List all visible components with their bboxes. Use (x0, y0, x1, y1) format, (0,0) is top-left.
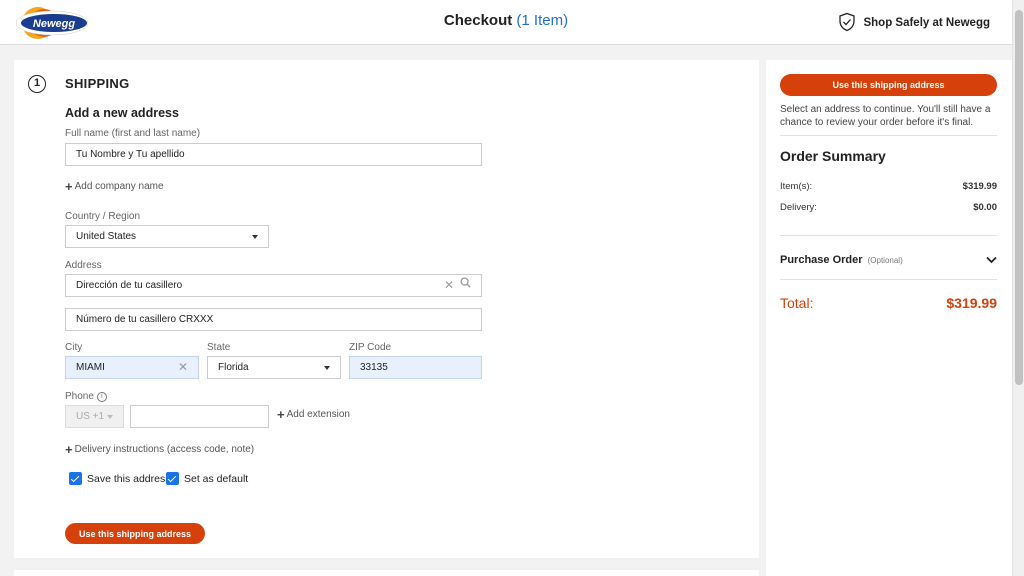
info-icon[interactable]: i (96, 391, 107, 402)
city-value: MIAMI (76, 362, 105, 373)
phone-label: Phone (65, 391, 94, 402)
items-label: Item(s): (780, 181, 813, 192)
checkbox-checked-icon[interactable] (166, 472, 179, 485)
scrollbar-thumb[interactable] (1015, 10, 1023, 385)
page-scrollbar[interactable] (1012, 0, 1024, 576)
set-default-checkbox[interactable]: Set as default (166, 472, 248, 485)
city-label: City (65, 342, 83, 353)
shop-safely-link[interactable]: Shop Safely at Newegg (837, 12, 990, 34)
address-line2-value: Número de tu casillero CRXXX (76, 314, 214, 325)
sidebar-note: Select an address to continue. You'll st… (780, 104, 991, 128)
divider (780, 135, 997, 136)
section-title: SHIPPING (65, 76, 130, 91)
plus-icon: + (65, 178, 73, 194)
chevron-down-icon[interactable] (986, 251, 997, 269)
delivery-instructions-text: Delivery instructions (access code, note… (74, 444, 255, 455)
add-company-link[interactable]: + Add company name (65, 178, 164, 194)
full-name-value: Tu Nombre y Tu apellido (76, 149, 185, 160)
clear-icon[interactable]: ✕ (444, 275, 454, 296)
checkout-header: Newegg Checkout (1 Item) Shop Safely at … (0, 0, 1012, 45)
plus-icon: + (65, 441, 73, 457)
state-select[interactable]: Florida (207, 356, 341, 379)
checkbox-checked-icon[interactable] (69, 472, 82, 485)
search-icon[interactable] (460, 275, 471, 296)
shipping-card: 1 SHIPPING Add a new address Full name (… (14, 60, 759, 558)
items-row: Item(s): $319.99 (780, 181, 997, 192)
country-value: United States (76, 231, 137, 242)
purchase-order-label: Purchase Order (Optional) (780, 254, 903, 266)
phone-country-select: US +1 (65, 405, 124, 428)
chevron-down-icon (107, 414, 113, 419)
zip-value: 33135 (360, 362, 388, 373)
city-input[interactable]: MIAMI ✕ (65, 356, 199, 379)
full-name-label: Full name (first and last name) (65, 128, 201, 139)
delivery-row: Delivery: $0.00 (780, 202, 997, 213)
chevron-down-icon (324, 365, 330, 370)
item-count: (1 Item) (516, 12, 569, 29)
save-address-text: Save this address (87, 472, 171, 485)
purchase-order-toggle[interactable]: Purchase Order (Optional) (780, 251, 997, 269)
use-shipping-address-button[interactable]: Use this shipping address (65, 523, 205, 544)
step-number: 1 (28, 75, 46, 93)
state-value: Florida (218, 362, 249, 373)
full-name-input[interactable]: Tu Nombre y Tu apellido (65, 143, 482, 166)
order-summary-title: Order Summary (780, 148, 886, 164)
phone-label-row: Phone i (65, 391, 107, 402)
add-company-text: Add company name (74, 181, 164, 192)
phone-input[interactable] (130, 405, 269, 428)
address-line2-input[interactable]: Número de tu casillero CRXXX (65, 308, 482, 331)
country-label: Country / Region (65, 211, 141, 222)
delivery-instructions-link[interactable]: + Delivery instructions (access code, no… (65, 441, 255, 457)
items-value: $319.99 (962, 181, 997, 192)
purchase-order-text: Purchase Order (780, 254, 863, 266)
zip-label: ZIP Code (349, 342, 392, 353)
add-extension-text: Add extension (286, 409, 350, 420)
purchase-order-optional: (Optional) (867, 256, 903, 265)
add-extension-link[interactable]: + Add extension (277, 406, 350, 422)
page-title-text: Checkout (443, 12, 513, 29)
shield-check-icon (837, 12, 863, 35)
divider (780, 279, 997, 280)
order-sidebar: Use this shipping address Select an addr… (766, 60, 1012, 576)
address-line1-input[interactable]: Dirección de tu casillero ✕ (65, 274, 482, 297)
sidebar-use-shipping-address-button[interactable]: Use this shipping address (780, 74, 997, 96)
clear-city-icon[interactable]: ✕ (178, 357, 188, 378)
total-label: Total: (780, 295, 814, 311)
plus-icon: + (277, 406, 285, 422)
address-label: Address (65, 260, 102, 271)
divider (780, 235, 997, 236)
delivery-value: $0.00 (973, 202, 997, 213)
country-select[interactable]: United States (65, 225, 269, 248)
address-line1-value: Dirección de tu casillero (76, 280, 183, 291)
chevron-down-icon (252, 234, 258, 239)
total-row: Total: $319.99 (780, 295, 997, 311)
state-label: State (207, 342, 231, 353)
phone-country-value: US +1 (76, 411, 105, 422)
shop-safely-text: Shop Safely at Newegg (863, 17, 990, 29)
delivery-label: Delivery: (780, 202, 817, 213)
next-section-card (14, 570, 759, 576)
save-address-checkbox[interactable]: Save this address (69, 472, 170, 485)
zip-input[interactable]: 33135 (349, 356, 482, 379)
set-default-text: Set as default (184, 472, 249, 485)
form-heading: Add a new address (65, 106, 179, 120)
total-value: $319.99 (946, 295, 997, 311)
